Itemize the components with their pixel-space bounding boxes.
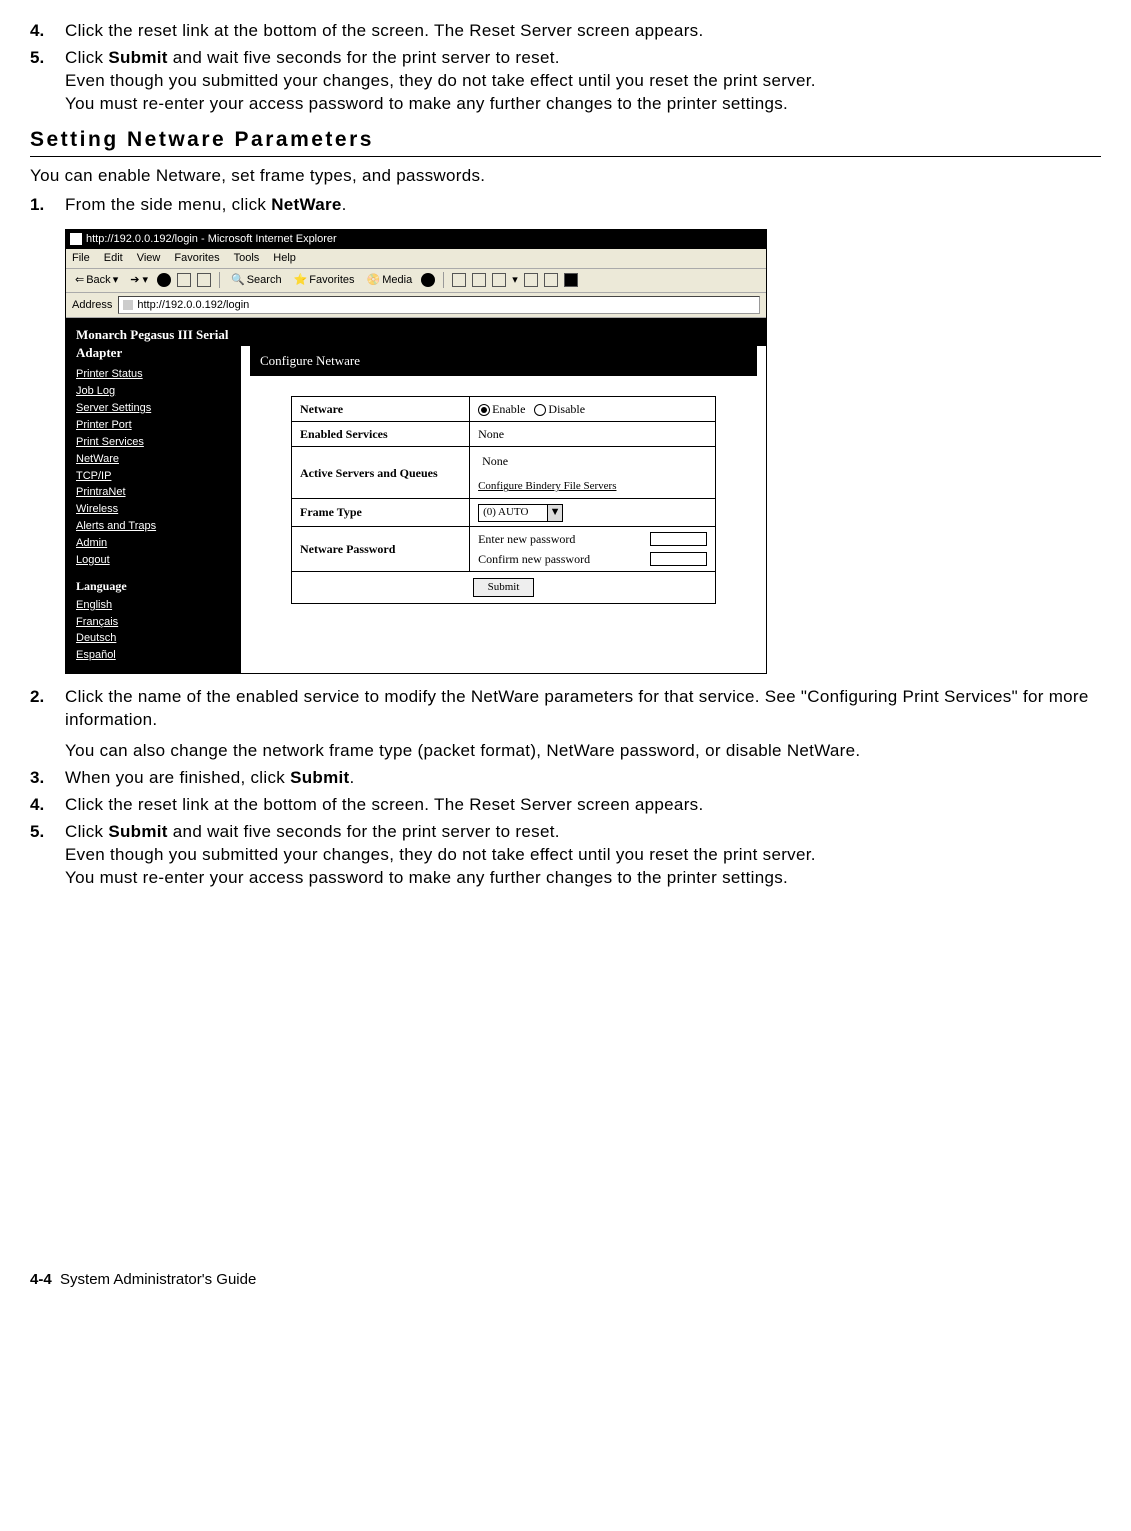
sidebar-item-printer-status[interactable]: Printer Status bbox=[76, 367, 231, 382]
ie-icon bbox=[70, 233, 82, 245]
browser-menu: File Edit View Favorites Tools Help bbox=[66, 249, 766, 269]
row-netware-value: Enable Disable bbox=[470, 396, 716, 421]
step-text: From the side menu, click NetWare. bbox=[65, 194, 1101, 217]
row-frame-label: Frame Type bbox=[292, 499, 470, 526]
media-button[interactable]: 📀Media bbox=[364, 272, 416, 289]
refresh-icon[interactable] bbox=[177, 273, 191, 287]
step-number: 5. bbox=[30, 821, 65, 890]
sidebar-title: Monarch Pegasus III Serial Adapter bbox=[76, 326, 231, 361]
steps-bottom: 2. Click the name of the enabled service… bbox=[30, 686, 1101, 890]
page-footer: 4-4 System Administrator's Guide bbox=[30, 1270, 1101, 1290]
menu-view[interactable]: View bbox=[137, 251, 161, 266]
row-password-value: Enter new password Confirm new password bbox=[470, 526, 716, 571]
window-title: http://192.0.0.192/login - Microsoft Int… bbox=[86, 232, 337, 247]
steps-mid: 1. From the side menu, click NetWare. bbox=[30, 194, 1101, 217]
row-frame-value: (0) AUTO ▼ bbox=[470, 499, 716, 526]
radio-enable[interactable] bbox=[478, 404, 490, 416]
row-active-value: None Configure Bindery File Servers bbox=[470, 447, 716, 499]
sidebar-item-job-log[interactable]: Job Log bbox=[76, 384, 231, 399]
step-number: 4. bbox=[30, 20, 65, 43]
step-number: 1. bbox=[30, 194, 65, 217]
sidebar-item-print-services[interactable]: Print Services bbox=[76, 435, 231, 450]
new-password-input[interactable] bbox=[650, 532, 707, 546]
menu-help[interactable]: Help bbox=[273, 251, 296, 266]
sidebar-item-admin[interactable]: Admin bbox=[76, 536, 231, 551]
step-text: Click the name of the enabled service to… bbox=[65, 686, 1101, 763]
sidebar-item-printer-port[interactable]: Printer Port bbox=[76, 418, 231, 433]
menu-file[interactable]: File bbox=[72, 251, 90, 266]
browser-titlebar: http://192.0.0.192/login - Microsoft Int… bbox=[66, 230, 766, 249]
step-number: 3. bbox=[30, 767, 65, 790]
step-number: 4. bbox=[30, 794, 65, 817]
menu-tools[interactable]: Tools bbox=[234, 251, 260, 266]
main-panel: Configure Netware Netware Enable Disable… bbox=[241, 318, 766, 673]
section-heading: Setting Netware Parameters bbox=[30, 126, 1101, 157]
row-password-label: Netware Password bbox=[292, 526, 470, 571]
step-text: Click Submit and wait five seconds for t… bbox=[65, 821, 1101, 890]
config-table: Netware Enable Disable Enabled Services … bbox=[291, 396, 716, 604]
back-button[interactable]: ⇐ Back ▾ bbox=[72, 272, 121, 289]
lang-deutsch[interactable]: Deutsch bbox=[76, 631, 231, 646]
sidebar-item-alerts[interactable]: Alerts and Traps bbox=[76, 519, 231, 534]
frame-type-select[interactable]: (0) AUTO ▼ bbox=[478, 504, 563, 522]
panel-header: Configure Netware bbox=[249, 346, 758, 376]
sidebar-item-server-settings[interactable]: Server Settings bbox=[76, 401, 231, 416]
row-netware-label: Netware bbox=[292, 396, 470, 421]
address-input[interactable]: http://192.0.0.192/login bbox=[118, 296, 760, 315]
sidebar-item-printranet[interactable]: PrintraNet bbox=[76, 485, 231, 500]
address-label: Address bbox=[72, 298, 112, 313]
browser-toolbar: ⇐ Back ▾ ➔ ▾ 🔍Search ⭐Favorites 📀Media ▾ bbox=[66, 269, 766, 293]
page-icon bbox=[123, 300, 133, 310]
sidebar: Monarch Pegasus III Serial Adapter Print… bbox=[66, 318, 241, 673]
step-text: Click the reset link at the bottom of th… bbox=[65, 20, 1101, 43]
address-bar: Address http://192.0.0.192/login bbox=[66, 293, 766, 319]
lang-francais[interactable]: Français bbox=[76, 615, 231, 630]
language-header: Language bbox=[76, 578, 231, 594]
search-button[interactable]: 🔍Search bbox=[228, 272, 285, 289]
radio-disable[interactable] bbox=[534, 404, 546, 416]
discuss-icon[interactable] bbox=[524, 273, 538, 287]
sidebar-item-wireless[interactable]: Wireless bbox=[76, 502, 231, 517]
menu-favorites[interactable]: Favorites bbox=[174, 251, 219, 266]
page-number: 4-4 bbox=[30, 1271, 52, 1288]
lang-english[interactable]: English bbox=[76, 598, 231, 613]
stop-icon[interactable] bbox=[157, 273, 171, 287]
favorites-button[interactable]: ⭐Favorites bbox=[291, 272, 358, 289]
submit-button[interactable]: Submit bbox=[473, 578, 535, 597]
extra-icon[interactable] bbox=[564, 273, 578, 287]
section-intro: You can enable Netware, set frame types,… bbox=[30, 165, 1101, 188]
menu-edit[interactable]: Edit bbox=[104, 251, 123, 266]
lang-espanol[interactable]: Español bbox=[76, 648, 231, 663]
step-text: When you are finished, click Submit. bbox=[65, 767, 1101, 790]
browser-window: http://192.0.0.192/login - Microsoft Int… bbox=[65, 229, 767, 674]
row-active-label: Active Servers and Queues bbox=[292, 447, 470, 499]
steps-top: 4. Click the reset link at the bottom of… bbox=[30, 20, 1101, 116]
edit-icon[interactable] bbox=[492, 273, 506, 287]
home-icon[interactable] bbox=[197, 273, 211, 287]
sidebar-item-logout[interactable]: Logout bbox=[76, 553, 231, 568]
sidebar-item-tcpip[interactable]: TCP/IP bbox=[76, 469, 231, 484]
chevron-down-icon: ▼ bbox=[547, 505, 562, 521]
forward-button[interactable]: ➔ ▾ bbox=[127, 272, 151, 289]
row-enabled-services-value: None bbox=[470, 422, 716, 447]
confirm-password-input[interactable] bbox=[650, 552, 707, 566]
row-enabled-services-label: Enabled Services bbox=[292, 422, 470, 447]
footer-title: System Administrator's Guide bbox=[60, 1271, 256, 1288]
history-icon[interactable] bbox=[421, 273, 435, 287]
print-icon[interactable] bbox=[472, 273, 486, 287]
step-number: 5. bbox=[30, 47, 65, 116]
mail-icon[interactable] bbox=[452, 273, 466, 287]
step-text: Click Submit and wait five seconds for t… bbox=[65, 47, 1101, 116]
sidebar-item-netware[interactable]: NetWare bbox=[76, 452, 231, 467]
messenger-icon[interactable] bbox=[544, 273, 558, 287]
step-number: 2. bbox=[30, 686, 65, 763]
configure-bindery-link[interactable]: Configure Bindery File Servers bbox=[478, 480, 616, 492]
step-text: Click the reset link at the bottom of th… bbox=[65, 794, 1101, 817]
